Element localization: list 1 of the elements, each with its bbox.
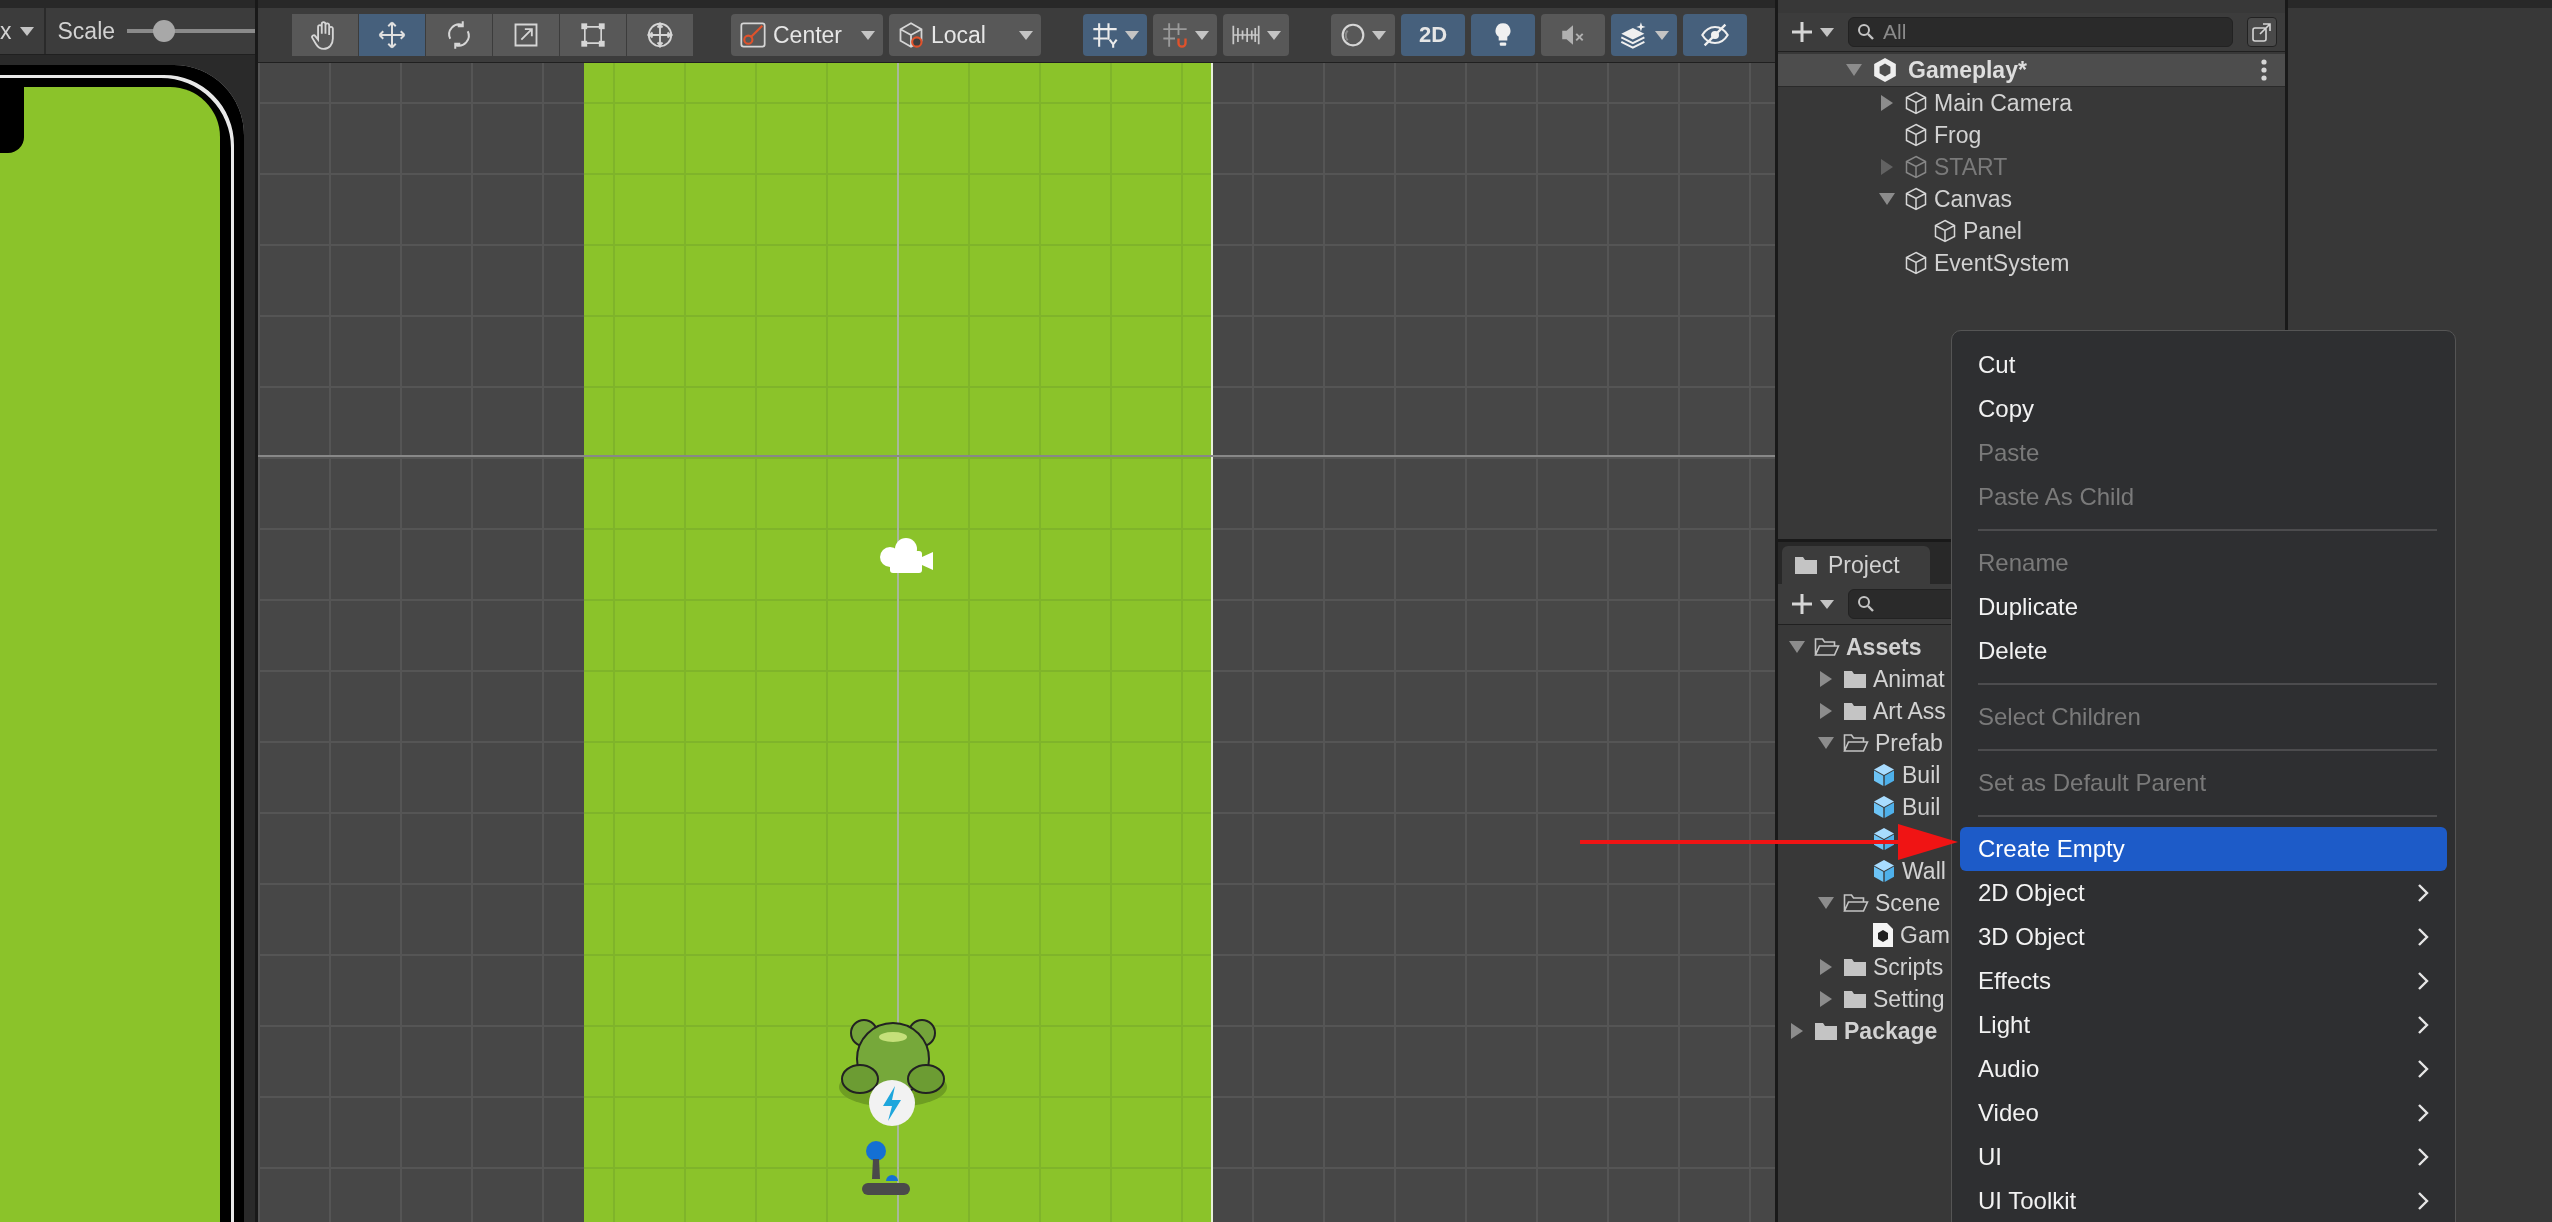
scale-label: Scale (57, 17, 116, 45)
